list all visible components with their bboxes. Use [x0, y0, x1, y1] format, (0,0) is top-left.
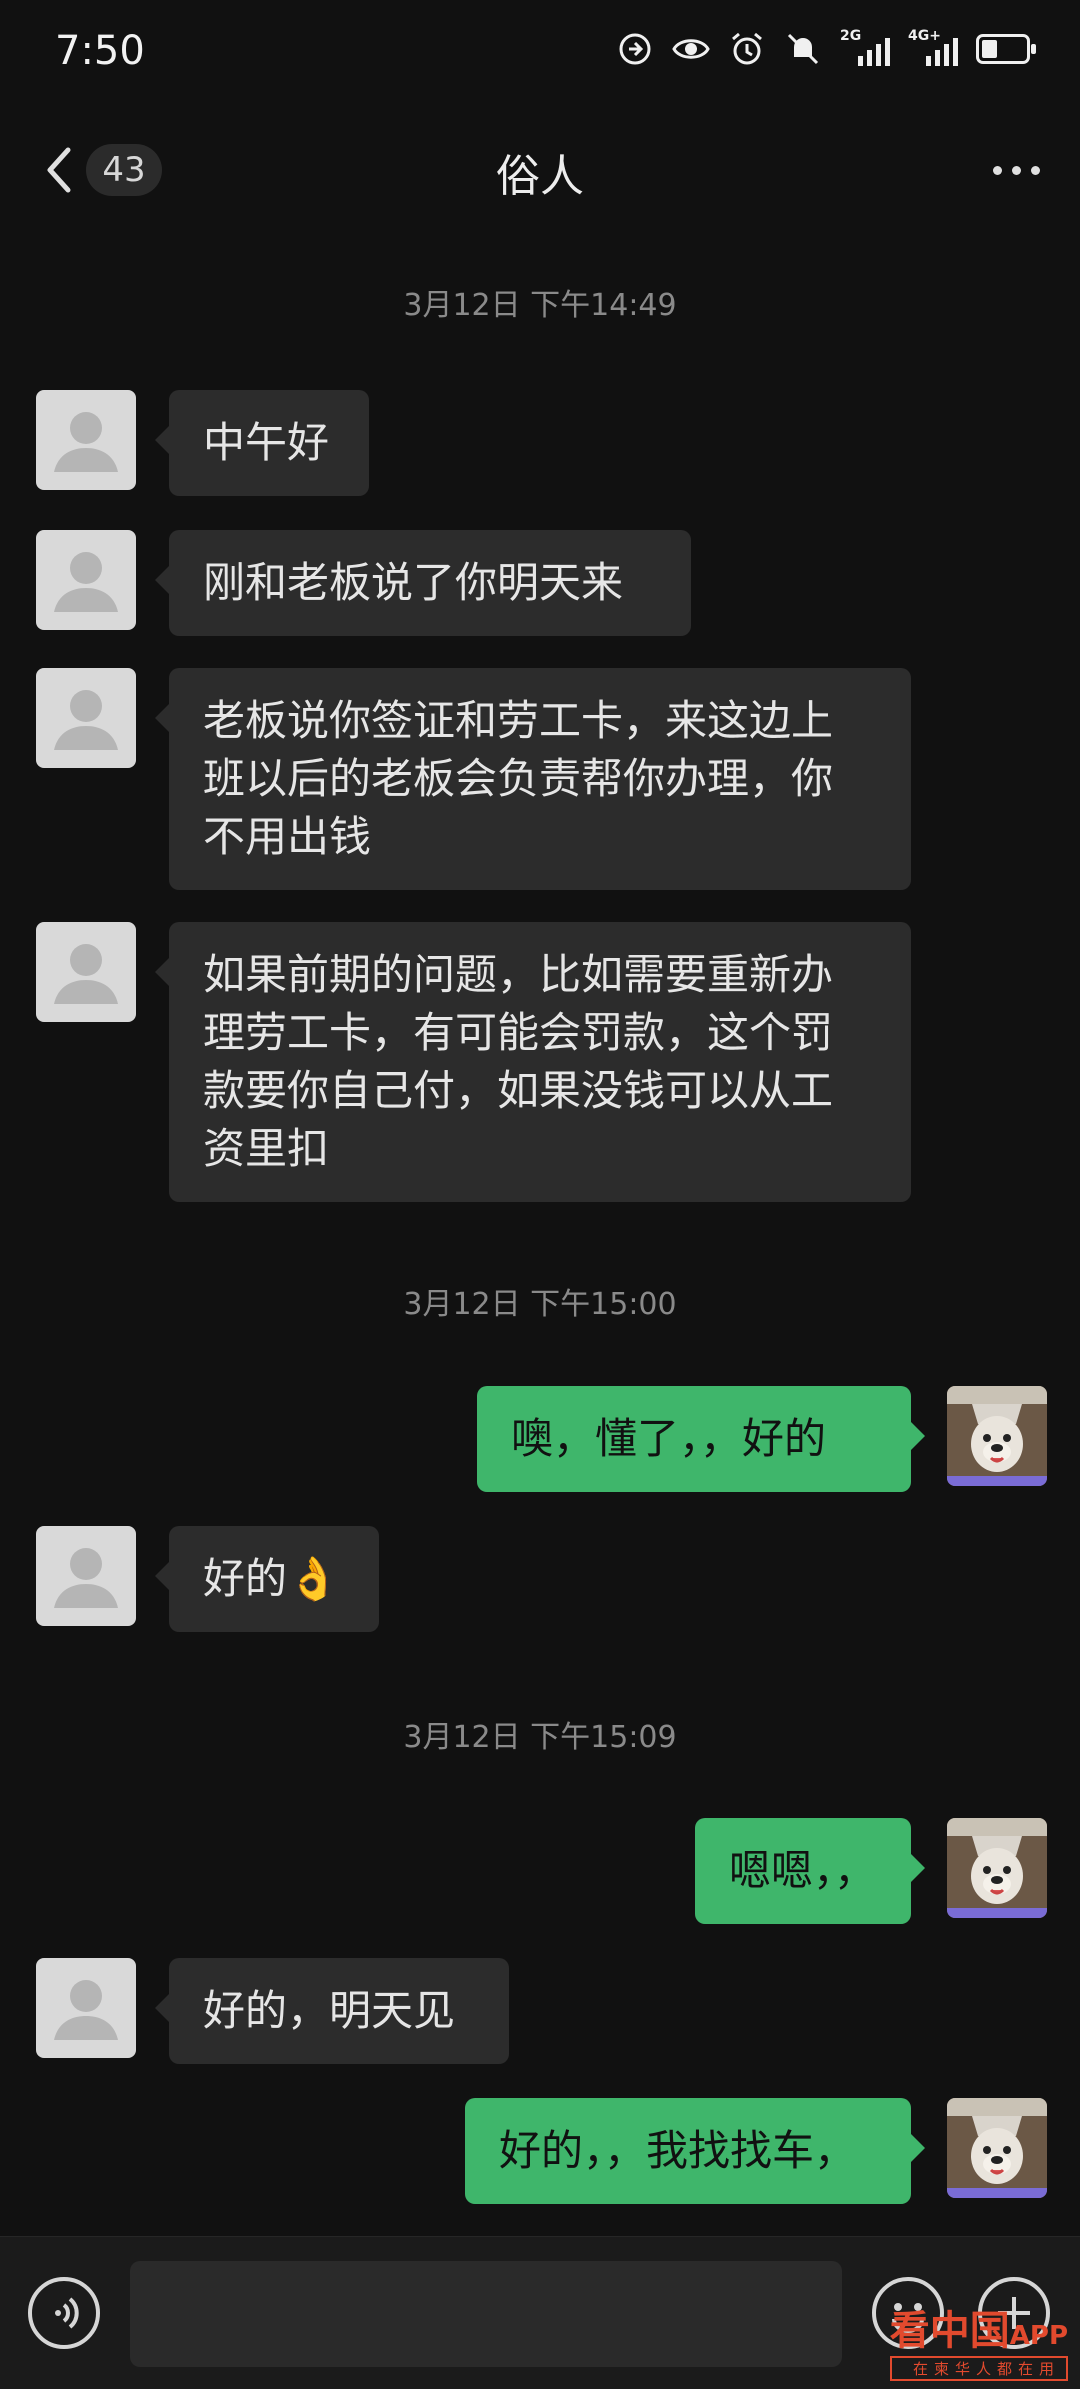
more-button[interactable]: [993, 166, 1040, 175]
outgoing-message-bubble[interactable]: 噢，懂了，，好的: [477, 1386, 925, 1492]
message-text-line: 好的，，我找找车，: [499, 2126, 857, 2175]
default-avatar-icon: [54, 690, 118, 750]
battery-icon: [976, 34, 1036, 64]
my-avatar[interactable]: [947, 1818, 1047, 1918]
contact-avatar[interactable]: [36, 530, 136, 630]
dog-avatar-icon: [947, 1386, 1047, 1486]
default-avatar-icon: [54, 944, 118, 1004]
contact-avatar[interactable]: [36, 1958, 136, 2058]
message-text-line: 噢，懂了，，好的: [511, 1414, 827, 1463]
message-text-line: 款要你自己付，如果没钱可以从工: [203, 1066, 834, 1115]
watermark: 看中国APP 在柬华人都在用: [889, 2298, 1068, 2381]
my-avatar[interactable]: [947, 2098, 1047, 2198]
incoming-message-bubble[interactable]: 中午好: [155, 390, 369, 496]
battery-level: [982, 40, 998, 58]
sync-icon: [616, 30, 654, 68]
message-text-line: 理劳工卡，有可能会罚款，这个罚: [203, 1008, 834, 1057]
default-avatar-icon: [54, 552, 118, 612]
outgoing-message-bubble[interactable]: 好的，，我找找车，: [465, 2098, 925, 2204]
more-dot: [1031, 166, 1040, 175]
contact-avatar[interactable]: [36, 1526, 136, 1626]
watermark-app: APP: [1009, 2321, 1068, 2351]
network-2g-label: 2G: [840, 28, 862, 44]
timestamp: 3月12日 下午15:09: [403, 1720, 677, 1755]
contact-avatar[interactable]: [36, 390, 136, 490]
voice-icon: [55, 2297, 79, 2329]
message-text-line: 刚和老板说了你明天来: [203, 558, 624, 607]
chat-header: 43 俗人: [0, 110, 1080, 230]
my-avatar[interactable]: [947, 1386, 1047, 1486]
signal-icon: 2G: [840, 28, 890, 66]
signal-icon: 4G+: [908, 28, 958, 66]
outgoing-message-bubble[interactable]: 嗯嗯，，: [695, 1818, 925, 1924]
watermark-text: 看中国: [889, 2308, 1010, 2354]
message-text-line: 好的，明天见: [203, 1986, 456, 2035]
message-text-line: 资里扣: [203, 1124, 330, 1173]
message-input[interactable]: [130, 2261, 842, 2367]
status-time: 7:50: [55, 28, 145, 74]
timestamp: 3月12日 下午14:49: [403, 288, 677, 323]
default-avatar-icon: [54, 1548, 118, 1608]
network-4g-label: 4G+: [908, 28, 941, 44]
default-avatar-icon: [54, 1980, 118, 2040]
alarm-icon: [728, 30, 766, 68]
dog-avatar-icon: [947, 2098, 1047, 2198]
incoming-message-bubble[interactable]: 如果前期的问题，比如需要重新办 理劳工卡，有可能会罚款，这个罚 款要你自己付，如果没…: [155, 922, 911, 1202]
message-text-line: 班以后的老板会负责帮你办理，你: [203, 754, 834, 803]
message-text-line: 不用出钱: [203, 812, 372, 861]
default-avatar-icon: [54, 412, 118, 472]
status-icons: 2G 4G+: [616, 28, 1036, 68]
incoming-message-bubble[interactable]: 好的，明天见: [155, 1958, 509, 2064]
contact-avatar[interactable]: [36, 668, 136, 768]
message-text-line: 老板说你签证和劳工卡，来这边上: [203, 696, 834, 745]
incoming-message-bubble[interactable]: 老板说你签证和劳工卡，来这边上 班以后的老板会负责帮你办理，你 不用出钱: [155, 668, 911, 890]
dog-avatar-icon: [947, 1818, 1047, 1918]
more-dots-icon: [993, 166, 1002, 175]
incoming-message-bubble[interactable]: 刚和老板说了你明天来: [155, 530, 691, 636]
incoming-message-bubble[interactable]: 好的👌: [155, 1526, 379, 1632]
mute-icon: [784, 30, 822, 68]
status-bar: 7:50 2G 4G+: [0, 0, 1080, 110]
input-bar: 看中国APP 在柬华人都在用: [0, 2236, 1080, 2389]
message-text-line: 中午好: [203, 418, 330, 467]
more-dot: [1012, 166, 1021, 175]
voice-button[interactable]: [28, 2277, 100, 2349]
message-text-line: 好的👌: [203, 1554, 340, 1603]
timestamp: 3月12日 下午15:00: [403, 1287, 677, 1322]
contact-avatar[interactable]: [36, 922, 136, 1022]
watermark-tagline: 在柬华人都在用: [889, 2356, 1068, 2381]
eye-icon: [672, 30, 710, 68]
chat-title: 俗人: [496, 151, 584, 202]
message-text-line: 嗯嗯，，: [729, 1846, 877, 1895]
message-text-line: 如果前期的问题，比如需要重新办: [203, 950, 834, 999]
